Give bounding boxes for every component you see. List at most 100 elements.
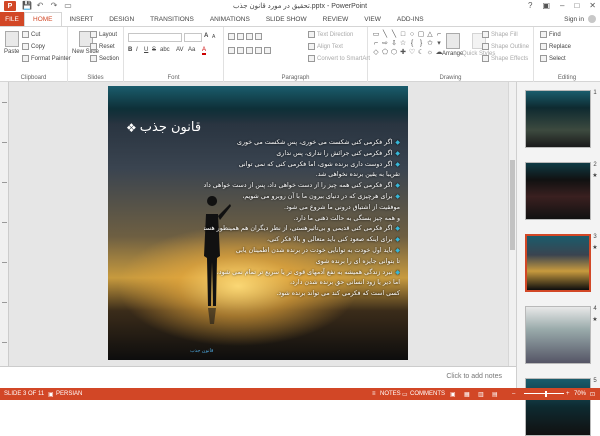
sign-in[interactable]: Sign in: [564, 15, 596, 23]
sun-shape-icon[interactable]: ☼: [426, 49, 434, 57]
align-buttons[interactable]: [228, 47, 271, 54]
slideshow-view-icon[interactable]: ▤: [492, 391, 498, 398]
select-button[interactable]: Select: [540, 55, 566, 62]
save-icon[interactable]: 💾: [22, 2, 32, 10]
tab-review[interactable]: REVIEW: [315, 12, 357, 26]
reading-view-icon[interactable]: ▥: [478, 391, 484, 398]
tab-transitions[interactable]: TRANSITIONS: [142, 12, 202, 26]
callout-shape-icon[interactable]: ◇: [372, 49, 380, 57]
strikethrough-button[interactable]: S: [152, 47, 156, 53]
slide-thumbnail[interactable]: [525, 378, 591, 436]
slide-thumbnail[interactable]: [525, 234, 591, 292]
grow-font-button[interactable]: A: [204, 33, 208, 39]
present-icon[interactable]: ▭: [64, 2, 72, 10]
notes-button[interactable]: NOTES: [380, 391, 401, 397]
heart-shape-icon[interactable]: ♡: [408, 49, 416, 57]
cut-button[interactable]: Cut: [22, 31, 40, 38]
replace-button[interactable]: Replace: [540, 43, 571, 50]
text-direction-button[interactable]: Text Direction: [308, 31, 353, 38]
triangle-shape-icon[interactable]: △: [426, 31, 434, 39]
star-shape-icon[interactable]: ☆: [399, 40, 407, 48]
slide-thumbnail[interactable]: [525, 90, 591, 148]
minimize-button[interactable]: –: [560, 1, 564, 10]
font-size-input[interactable]: [184, 33, 202, 42]
rectangle-shape-icon[interactable]: □: [399, 31, 407, 39]
language-icon[interactable]: ▣: [48, 391, 54, 398]
tab-slide-show[interactable]: SLIDE SHOW: [258, 12, 315, 26]
line-shape-icon[interactable]: ╲: [381, 31, 389, 39]
tab-file[interactable]: FILE: [0, 12, 24, 26]
font-color-button[interactable]: A: [202, 47, 207, 55]
brace-shape-icon[interactable]: {: [408, 40, 416, 48]
slide-body-text[interactable]: اگر فکرمی کنی شکست می خوری، پس شکست می خ…: [204, 138, 400, 300]
maximize-button[interactable]: □: [574, 1, 579, 10]
connector-shape-icon[interactable]: ⌐: [372, 40, 380, 48]
format-painter-button[interactable]: Format Painter: [22, 55, 71, 62]
zoom-slider[interactable]: [524, 393, 564, 394]
zoom-slider-thumb[interactable]: [545, 391, 547, 397]
copy-button[interactable]: Copy: [22, 43, 45, 50]
shrink-font-button[interactable]: A: [212, 34, 215, 40]
reset-button[interactable]: Reset: [90, 43, 115, 50]
tab-insert[interactable]: INSERT: [62, 12, 102, 26]
layout-button[interactable]: Layout: [90, 31, 117, 38]
shape-fill-button[interactable]: Shape Fill: [482, 31, 518, 38]
redo-icon[interactable]: ↷: [50, 2, 58, 10]
slide-title[interactable]: ❖ قانون جذب: [126, 120, 201, 135]
cross-shape-icon[interactable]: ✚: [399, 49, 407, 57]
comments-button[interactable]: COMMENTS: [410, 391, 445, 397]
tab-animations[interactable]: ANIMATIONS: [202, 12, 258, 26]
vertical-scrollbar[interactable]: [508, 82, 516, 366]
arrange-button[interactable]: Arrange: [442, 33, 463, 57]
shapes-gallery[interactable]: ▭ ╲ ╲ □ ○ ▢ △ ⌐ ⌐ ⇨ ⇩ ☆{} ✩ ▾ ◇ ⬠ ⬡ ✚ ♡ ☾ ☼ ☁: [372, 31, 443, 67]
elbow-connector-icon[interactable]: ⌐: [435, 31, 443, 39]
cloud-shape-icon[interactable]: ☁: [435, 49, 443, 57]
paste-button[interactable]: Paste: [4, 31, 19, 55]
font-name-input[interactable]: [128, 33, 182, 42]
tab-home[interactable]: HOME: [24, 12, 62, 26]
tab-design[interactable]: DESIGN: [101, 12, 142, 26]
oval-shape-icon[interactable]: ○: [408, 31, 416, 39]
arrow-shape-icon[interactable]: ⇩: [390, 40, 398, 48]
tab-view[interactable]: VIEW: [356, 12, 389, 26]
scrollbar-thumb[interactable]: [510, 160, 515, 250]
moon-shape-icon[interactable]: ☾: [417, 49, 425, 57]
pentagon-shape-icon[interactable]: ⬠: [381, 49, 389, 57]
shape-effects-button[interactable]: Shape Effects: [482, 55, 528, 62]
fit-slide-icon[interactable]: ⊡: [590, 391, 595, 398]
slide-canvas[interactable]: ❖ قانون جذب اگر فکرمی کنی شکست می خوری، …: [108, 86, 408, 360]
tab-add-ins[interactable]: ADD-INS: [389, 12, 432, 26]
rounded-rect-shape-icon[interactable]: ▢: [417, 31, 425, 39]
star-shape-icon[interactable]: ✩: [426, 40, 434, 48]
zoom-level[interactable]: 70%: [574, 391, 586, 397]
undo-icon[interactable]: ↶: [36, 2, 44, 10]
text-box-shape-icon[interactable]: ▭: [372, 31, 380, 39]
underline-button[interactable]: U: [144, 47, 148, 53]
arrow-shape-icon[interactable]: ⇨: [381, 40, 389, 48]
hexagon-shape-icon[interactable]: ⬡: [390, 49, 398, 57]
normal-view-icon[interactable]: ▣: [450, 391, 456, 398]
zoom-in-icon[interactable]: +: [566, 391, 570, 397]
close-button[interactable]: ✕: [589, 1, 596, 10]
avatar[interactable]: [588, 15, 596, 23]
slide-sorter-icon[interactable]: ▦: [464, 391, 470, 398]
section-button[interactable]: Section: [90, 55, 119, 62]
bullets-button[interactable]: [228, 33, 262, 40]
bold-button[interactable]: B: [128, 47, 132, 53]
more-shapes-icon[interactable]: ▾: [435, 40, 443, 48]
italic-button[interactable]: I: [136, 47, 138, 53]
notes-pane[interactable]: Click to add notes: [0, 366, 516, 388]
slide-thumbnail[interactable]: [525, 162, 591, 220]
line-shape-icon[interactable]: ╲: [390, 31, 398, 39]
shadow-button[interactable]: abc: [160, 47, 170, 53]
language-indicator[interactable]: PERSIAN: [56, 391, 82, 397]
notes-icon[interactable]: ≡: [372, 391, 376, 397]
find-button[interactable]: Find: [540, 31, 561, 38]
align-text-button[interactable]: Align Text: [308, 43, 343, 50]
sign-in-label[interactable]: Sign in: [564, 16, 584, 23]
change-case-button[interactable]: Aa: [188, 47, 195, 53]
slide-thumbnail[interactable]: [525, 306, 591, 364]
char-spacing-button[interactable]: AV: [176, 47, 184, 53]
convert-smartart-button[interactable]: Convert to SmartArt: [308, 55, 370, 62]
brace-shape-icon[interactable]: }: [417, 40, 425, 48]
